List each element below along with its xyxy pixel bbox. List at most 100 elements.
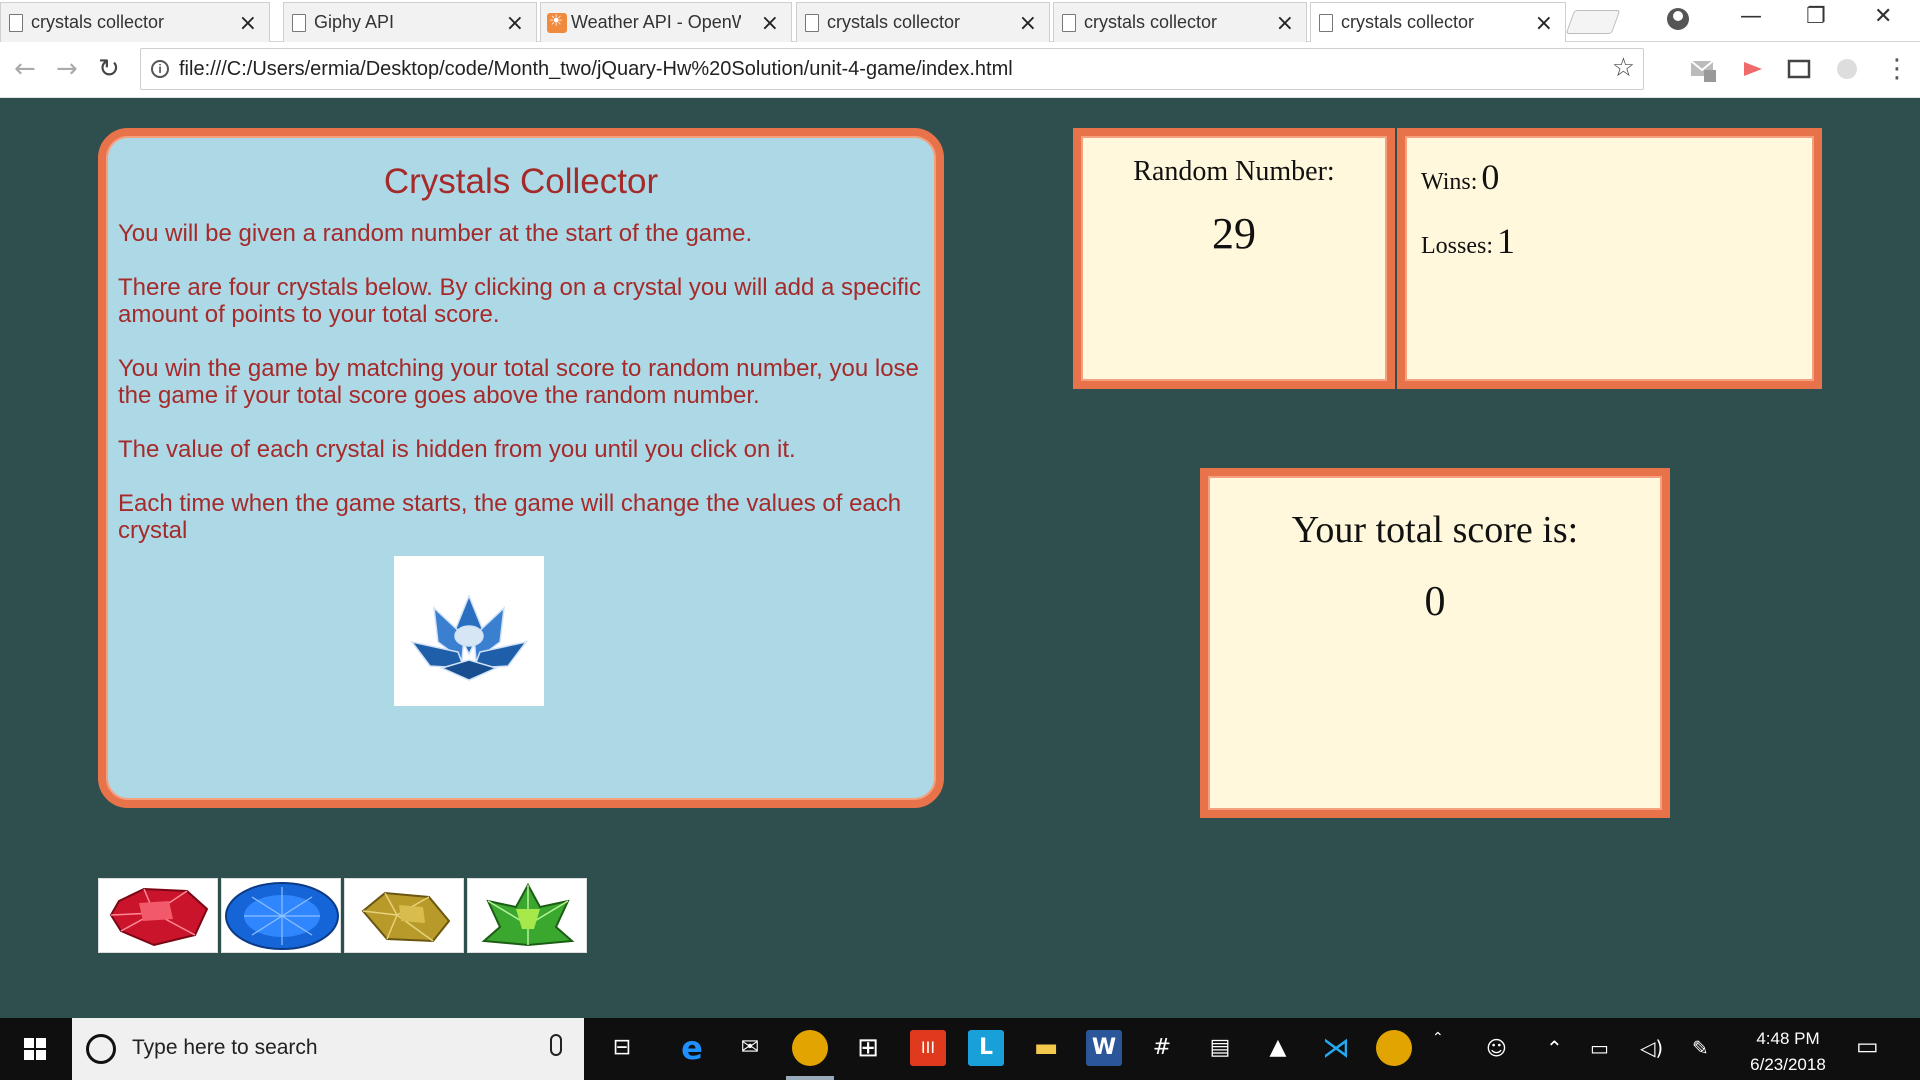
- blue-crystal-button[interactable]: [221, 878, 341, 953]
- losses-row: Losses: 1: [1421, 220, 1814, 262]
- total-score-panel: Your total score is: 0: [1200, 468, 1670, 818]
- photos-icon[interactable]: ▲: [1260, 1030, 1296, 1066]
- close-icon[interactable]: ×: [506, 11, 524, 36]
- taskbar-clock[interactable]: 4:48 PM 6/23/2018: [1718, 1026, 1858, 1078]
- close-window-icon[interactable]: ✕: [1874, 4, 1892, 29]
- total-score-value: 0: [1424, 579, 1446, 625]
- restore-icon[interactable]: ❐: [1806, 4, 1826, 29]
- new-tab-button[interactable]: [1565, 10, 1621, 34]
- movies-icon[interactable]: ▤: [1202, 1030, 1238, 1066]
- mail-icon[interactable]: ✉: [732, 1030, 768, 1066]
- extension-icon[interactable]: [1834, 56, 1860, 82]
- bookmark-star-icon[interactable]: ☆: [1612, 53, 1635, 83]
- browser-tab-bar: crystals collector × Giphy API × Weather…: [0, 0, 1920, 42]
- app-icon[interactable]: III: [910, 1030, 946, 1066]
- rule-text: You win the game by matching your total …: [118, 355, 919, 409]
- yellow-crystal-button[interactable]: [344, 878, 464, 953]
- vscode-icon[interactable]: ⋊: [1318, 1030, 1354, 1066]
- app-l-icon[interactable]: L: [968, 1030, 1004, 1066]
- green-crystal-icon: [481, 882, 575, 947]
- menu-icon[interactable]: ⋮: [1884, 54, 1910, 84]
- page-icon: [9, 14, 23, 32]
- red-crystal-button[interactable]: [98, 878, 218, 953]
- slack-icon[interactable]: #: [1144, 1030, 1180, 1066]
- file-explorer-icon[interactable]: ▬: [1028, 1030, 1064, 1066]
- page-icon: [1062, 14, 1076, 32]
- task-view-icon[interactable]: ⊟: [604, 1030, 640, 1066]
- windows-taskbar: Type here to search ⊟ e ✉ ⊞ III L ▬ W # …: [0, 1018, 1920, 1080]
- red-crystal-icon: [109, 887, 209, 947]
- rule-text: There are four crystals below. By clicki…: [118, 274, 922, 328]
- store-icon[interactable]: ⊞: [850, 1030, 886, 1066]
- green-crystal-button[interactable]: [467, 878, 587, 953]
- tab-title: crystals collector: [1084, 12, 1218, 32]
- browser-toolbar: ← → ↻ i file:///C:/Users/ermia/Desktop/c…: [0, 42, 1920, 98]
- people-icon[interactable]: ☺: [1486, 1036, 1507, 1060]
- browser-tab[interactable]: crystals collector ×: [0, 2, 270, 42]
- microphone-icon[interactable]: [550, 1034, 562, 1056]
- browser-tab-active[interactable]: crystals collector ×: [1310, 2, 1566, 42]
- tab-title: crystals collector: [31, 12, 165, 32]
- forward-icon[interactable]: →: [56, 54, 78, 84]
- page-content: Crystals Collector You will be given a r…: [0, 98, 1920, 1018]
- browser-tab[interactable]: Weather API - OpenW ×: [540, 2, 792, 42]
- taskbar-scroll-icon[interactable]: ⌃: [1432, 1030, 1444, 1046]
- page-icon: [1319, 14, 1333, 32]
- close-icon[interactable]: ×: [761, 11, 779, 36]
- clock-time: 4:48 PM: [1756, 1029, 1820, 1048]
- browser-tab[interactable]: crystals collector ×: [796, 2, 1050, 42]
- yellow-crystal-icon: [361, 891, 451, 943]
- random-number-value: 29: [1212, 209, 1256, 258]
- tab-title: Giphy API: [314, 12, 395, 32]
- rule-text: You will be given a random number at the…: [118, 220, 753, 247]
- losses-label: Losses:: [1421, 233, 1493, 259]
- minimize-icon[interactable]: —: [1740, 4, 1762, 29]
- browser-tab[interactable]: crystals collector ×: [1053, 2, 1307, 42]
- reload-icon[interactable]: ↻: [98, 54, 120, 84]
- wins-losses-panel: Wins: 0 Losses: 1: [1397, 128, 1822, 389]
- tab-title: Weather API - OpenW: [571, 12, 741, 32]
- show-hidden-icons[interactable]: ⌃: [1546, 1036, 1563, 1060]
- chrome-icon[interactable]: [1376, 1030, 1412, 1066]
- url-text: file:///C:/Users/ermia/Desktop/code/Mont…: [179, 58, 1013, 80]
- weather-favicon: [547, 11, 567, 33]
- clock-date: 6/23/2018: [1750, 1055, 1826, 1074]
- wins-value: 0: [1481, 157, 1500, 197]
- browser-tab[interactable]: Giphy API ×: [283, 2, 537, 42]
- screenshot-extension-icon[interactable]: [1786, 56, 1812, 82]
- active-app-indicator: [786, 1076, 834, 1080]
- random-number-label: Random Number:: [1133, 156, 1335, 187]
- chrome-icon[interactable]: [792, 1030, 828, 1066]
- windows-start-icon[interactable]: [0, 1018, 70, 1080]
- tab-title: crystals collector: [827, 12, 961, 32]
- pen-icon[interactable]: ✎: [1692, 1036, 1709, 1060]
- total-score-label: Your total score is:: [1291, 509, 1579, 551]
- volume-icon[interactable]: ◁): [1640, 1036, 1663, 1060]
- wins-label: Wins:: [1421, 169, 1478, 195]
- close-icon[interactable]: ×: [1019, 11, 1037, 36]
- mail-extension-icon[interactable]: [1690, 56, 1716, 82]
- page-icon: [292, 14, 306, 32]
- random-number-panel: Random Number: 29: [1073, 128, 1395, 389]
- notifications-icon[interactable]: ▭: [1856, 1032, 1879, 1060]
- info-icon[interactable]: i: [151, 60, 169, 78]
- game-title: Crystals Collector: [383, 162, 659, 201]
- wins-row: Wins: 0: [1421, 156, 1814, 198]
- profile-icon[interactable]: [1667, 8, 1689, 30]
- taskbar-search-box[interactable]: Type here to search: [72, 1018, 584, 1080]
- battery-icon[interactable]: ▭: [1590, 1036, 1609, 1060]
- page-icon: [805, 14, 819, 32]
- rule-text: Each time when the game starts, the game…: [118, 490, 902, 544]
- close-icon[interactable]: ×: [1276, 11, 1294, 36]
- close-icon[interactable]: ×: [1535, 11, 1553, 36]
- losses-value: 1: [1497, 221, 1515, 261]
- cortana-icon: [86, 1034, 116, 1064]
- edge-icon[interactable]: e: [674, 1030, 710, 1066]
- instructions-box: Crystals Collector You will be given a r…: [98, 128, 944, 808]
- word-icon[interactable]: W: [1086, 1030, 1122, 1066]
- cast-extension-icon[interactable]: [1740, 56, 1766, 82]
- close-icon[interactable]: ×: [239, 11, 257, 36]
- address-bar[interactable]: i file:///C:/Users/ermia/Desktop/code/Mo…: [140, 48, 1644, 90]
- back-icon[interactable]: ←: [14, 54, 36, 84]
- blue-crystal-icon: [225, 882, 339, 950]
